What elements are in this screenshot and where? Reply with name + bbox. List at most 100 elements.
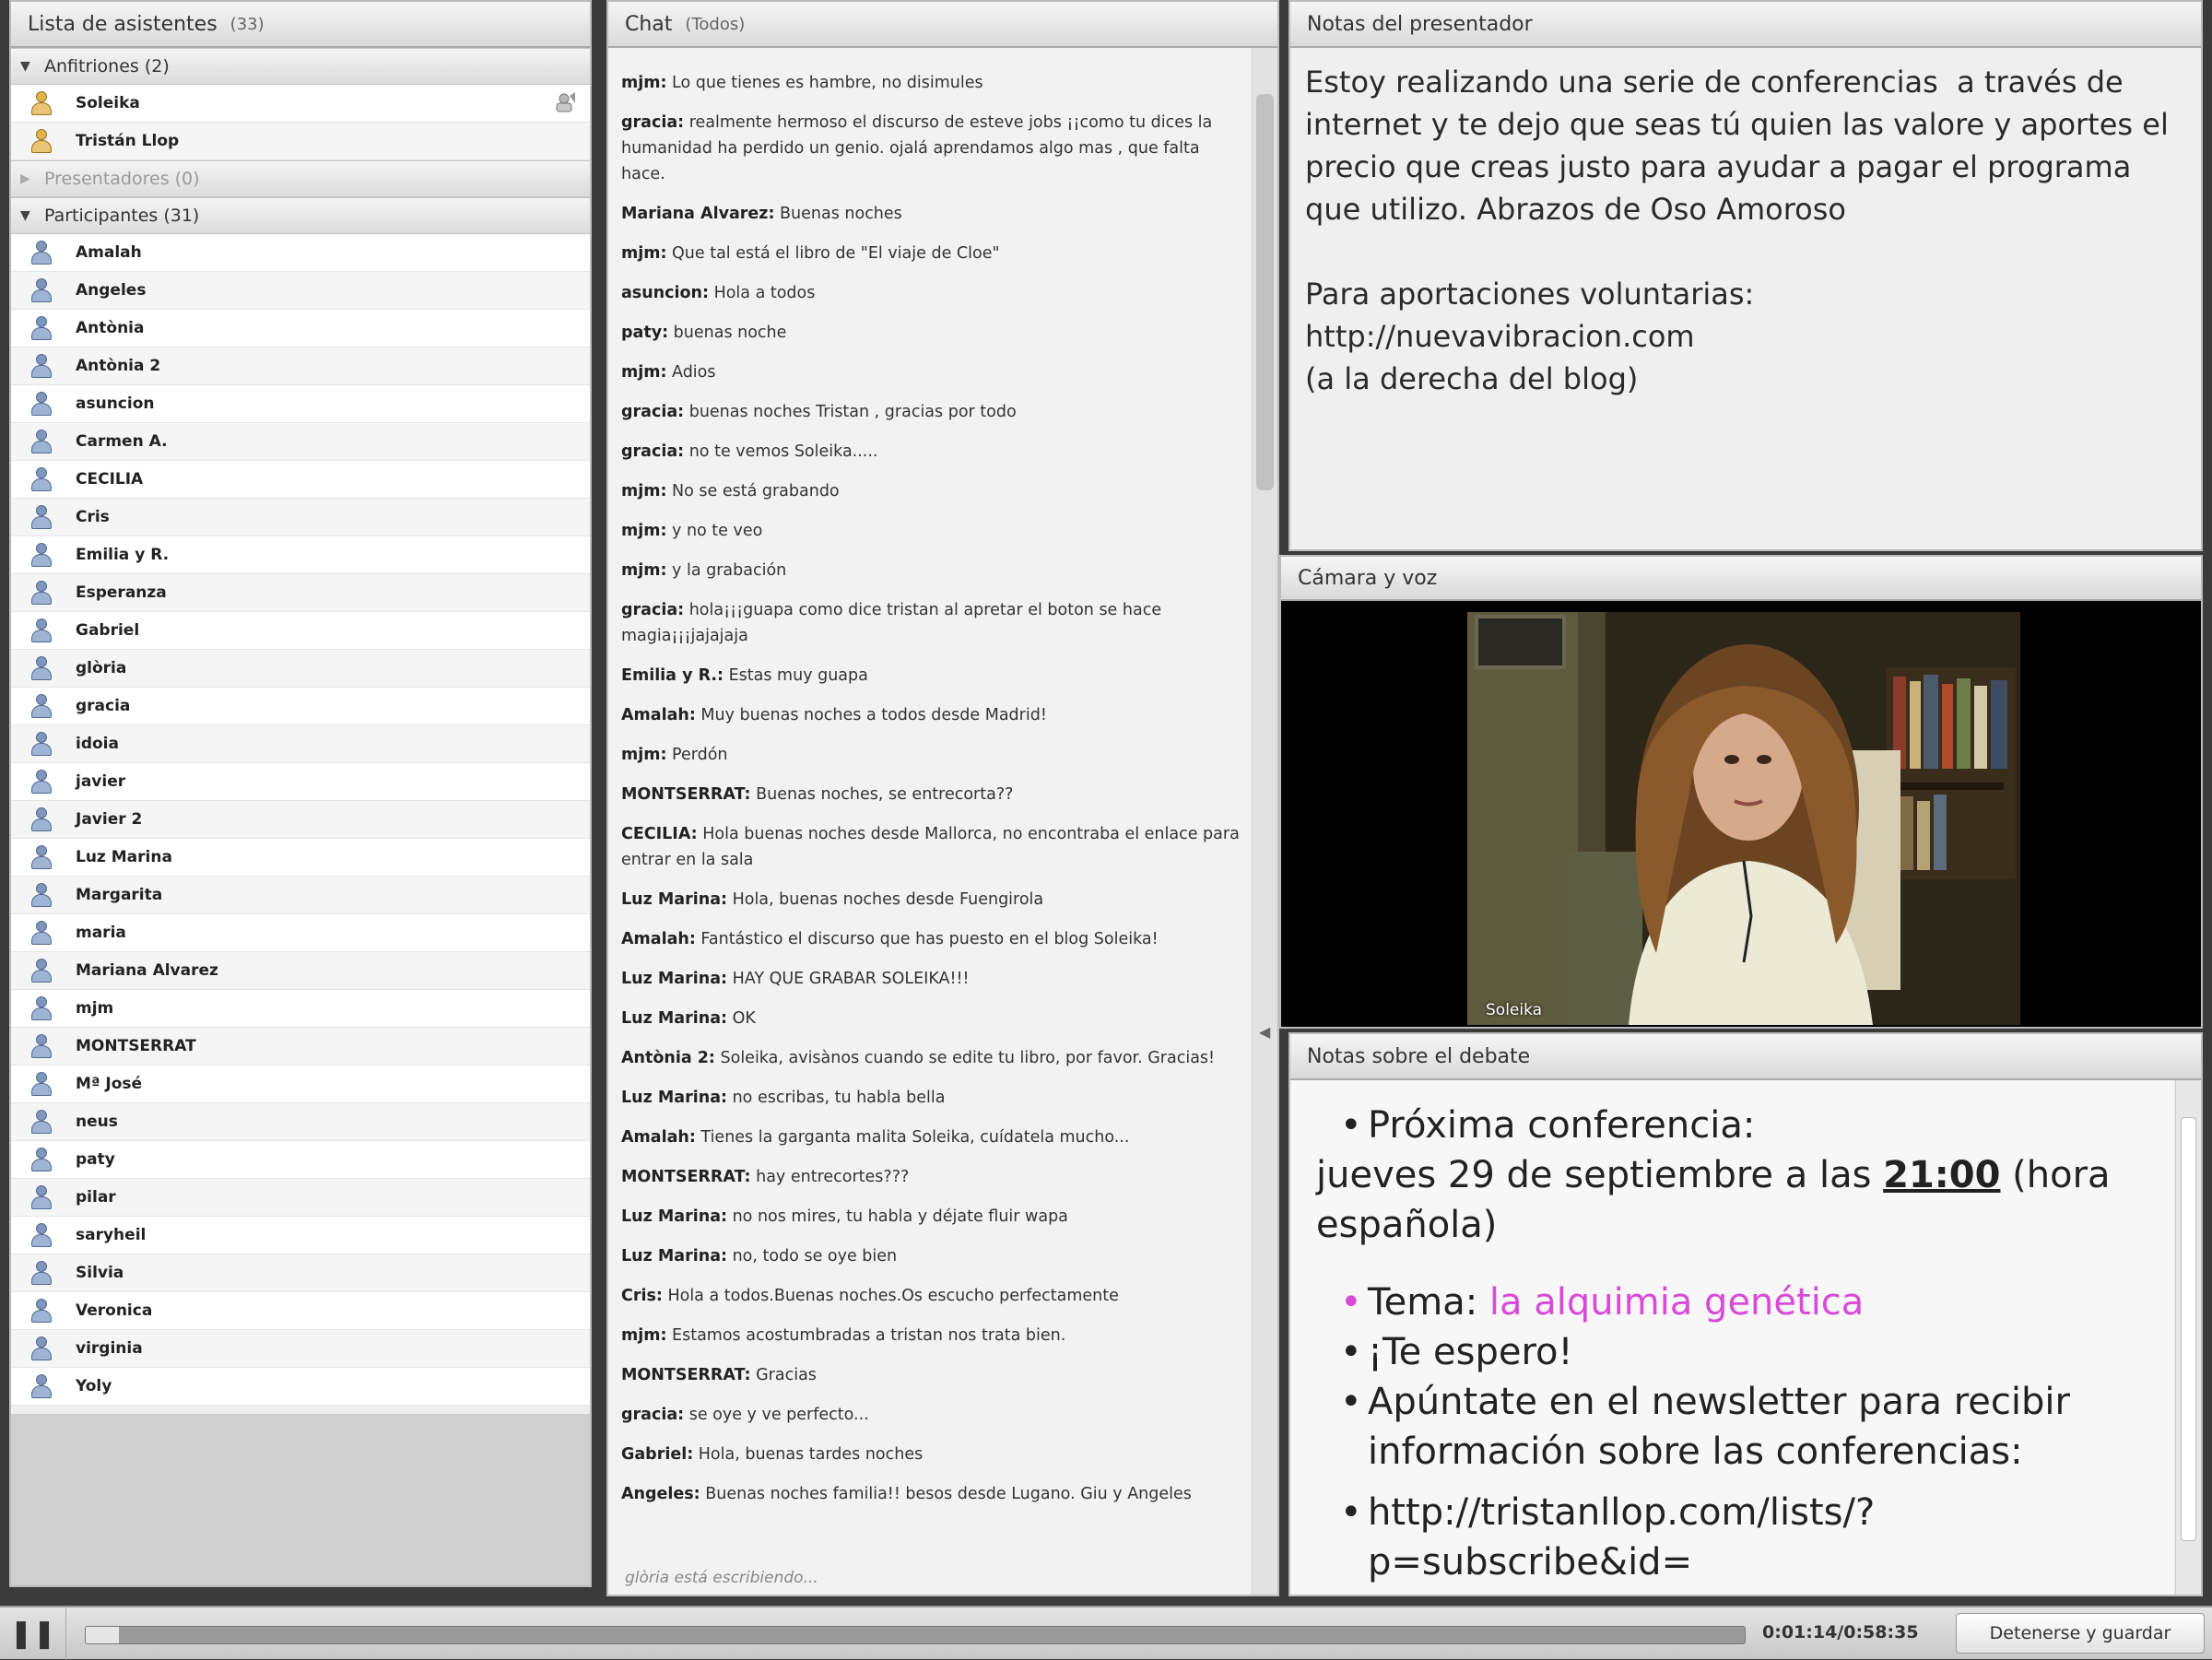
webcam-video: [1467, 612, 2020, 1025]
next-conference-item: • Próxima conferencia:: [1303, 1101, 2160, 1150]
participant-row[interactable]: Veronica: [11, 1292, 590, 1330]
chat-sender: Angeles:: [621, 1485, 700, 1503]
chat-text: Buenas noches, se entrecorta??: [750, 785, 1014, 804]
chat-sender: asuncion:: [621, 284, 709, 302]
chat-header: Chat (Todos): [608, 2, 1277, 48]
attendee-count: (33): [229, 14, 265, 34]
chat-scrollbar-thumb[interactable]: [1256, 94, 1274, 490]
host-row[interactable]: Soleika: [11, 85, 590, 123]
participant-row[interactable]: maria: [11, 914, 590, 952]
participant-name: Esperanza: [76, 583, 167, 602]
presenters-group[interactable]: ▶ Presentadores (0): [11, 160, 590, 197]
participant-row[interactable]: Emilia y R.: [11, 536, 590, 574]
participant-row[interactable]: javier: [11, 763, 590, 801]
hosts-group[interactable]: ▼ Anfitriones (2): [11, 48, 590, 85]
chat-text: buenas noches Tristan , gracias por todo: [684, 403, 1017, 421]
chat-message: Luz Marina: HAY QUE GRABAR SOLEIKA!!!: [621, 966, 1244, 992]
attendee-list-title: Lista de asistentes: [28, 12, 218, 36]
camera-pod: Cámara y voz Soleika: [1279, 555, 2203, 1029]
topic-label: Tema:: [1368, 1281, 1489, 1324]
participant-name: virginia: [76, 1339, 143, 1358]
participant-row[interactable]: mjm: [11, 990, 590, 1028]
user-icon: [29, 352, 53, 380]
participant-row[interactable]: idoia: [11, 725, 590, 763]
participants-group[interactable]: ▼ Participantes (31): [11, 197, 590, 234]
chat-sender: Amalah:: [621, 930, 696, 948]
discussion-scrollbar[interactable]: [2175, 1080, 2201, 1595]
chat-message: MONTSERRAT: Gracias: [621, 1362, 1244, 1388]
user-icon: [29, 503, 53, 531]
participant-row[interactable]: saryheil: [11, 1217, 590, 1254]
participant-name: Margarita: [76, 886, 163, 904]
bullet-icon: •: [1340, 1381, 1362, 1423]
participant-row[interactable]: Amalah: [11, 234, 590, 272]
participant-row[interactable]: Carmen A.: [11, 423, 590, 461]
host-row[interactable]: Tristán Llop: [11, 123, 590, 160]
collapse-arrow-icon[interactable]: ◀: [1259, 1023, 1270, 1041]
presenter-notes-header: Notas del presentador: [1290, 2, 2201, 48]
participant-row[interactable]: Luz Marina: [11, 839, 590, 877]
presenter-notes-text[interactable]: Estoy realizando una serie de conferenci…: [1290, 48, 2201, 413]
participant-row[interactable]: Margarita: [11, 877, 590, 914]
chat-scope[interactable]: (Todos): [685, 15, 745, 34]
participant-row[interactable]: CECILIA: [11, 461, 590, 499]
participant-row[interactable]: virginia: [11, 1330, 590, 1368]
participant-name: Luz Marina: [76, 848, 172, 866]
stop-and-save-button[interactable]: Detenerse y guardar: [1956, 1613, 2205, 1654]
bullet-icon: •: [1340, 1491, 1362, 1534]
participant-row[interactable]: Cris: [11, 499, 590, 536]
participant-row[interactable]: Esperanza: [11, 574, 590, 612]
chat-messages: mjm: Lo que tienes es hambre, no disimul…: [608, 48, 1250, 1595]
participant-row[interactable]: Gabriel: [11, 612, 590, 650]
chat-message: gracia: realmente hermoso el discurso de…: [621, 110, 1244, 187]
participant-row[interactable]: paty: [11, 1141, 590, 1179]
chat-sender: gracia:: [621, 442, 685, 461]
chat-text: Hola buenas noches desde Mallorca, no en…: [621, 825, 1240, 869]
participant-row[interactable]: pilar: [11, 1179, 590, 1217]
participants-list: Amalah Angeles Antònia Antònia 2 asuncion Car…: [11, 234, 590, 1406]
user-icon: [29, 1183, 53, 1211]
discussion-scrollbar-thumb[interactable]: [2181, 1117, 2196, 1541]
participant-row[interactable]: Mariana Alvarez: [11, 952, 590, 990]
expanded-triangle-icon[interactable]: ▼: [20, 59, 44, 74]
participant-row[interactable]: Antònia 2: [11, 347, 590, 385]
participant-row[interactable]: glòria: [11, 650, 590, 688]
discussion-notes-body[interactable]: • Próxima conferencia: jueves 29 de septi…: [1290, 1080, 2173, 1595]
participant-row[interactable]: asuncion: [11, 385, 590, 423]
participant-row[interactable]: Antònia: [11, 310, 590, 347]
chat-text: no, todo se oye bien: [727, 1247, 898, 1266]
chat-sender: mjm:: [621, 561, 667, 580]
user-icon: [29, 1108, 53, 1136]
participant-name: Mª José: [76, 1075, 143, 1093]
participant-name: Mariana Alvarez: [76, 961, 218, 980]
pause-icon[interactable]: ❚❚: [0, 1607, 66, 1660]
participant-row[interactable]: Silvia: [11, 1254, 590, 1292]
chat-sender: Emilia y R.:: [621, 666, 724, 685]
chat-pod: Chat (Todos) mjm: Lo que tienes es hambr…: [606, 0, 1279, 1596]
participant-row[interactable]: Mª José: [11, 1065, 590, 1103]
user-icon: [29, 579, 53, 606]
newsletter-link[interactable]: http://tristanllop.com/lists/?p=subscrib…: [1368, 1488, 2160, 1587]
expanded-triangle-icon[interactable]: ▼: [20, 208, 44, 223]
chat-message: Luz Marina: no, todo se oye bien: [621, 1243, 1244, 1269]
participant-row[interactable]: Angeles: [11, 272, 590, 310]
user-icon: [29, 1146, 53, 1173]
participant-name: gracia: [76, 697, 131, 715]
participant-row[interactable]: neus: [11, 1103, 590, 1141]
participant-row[interactable]: MONTSERRAT: [11, 1028, 590, 1065]
playback-progress-track[interactable]: [85, 1626, 1746, 1644]
participant-row[interactable]: Yoly: [11, 1368, 590, 1406]
playback-bar: ❚❚ 0:01:14/0:58:35 Detenerse y guardar: [0, 1606, 2212, 1660]
chat-message: Amalah: Tienes la garganta malita Soleik…: [621, 1124, 1244, 1150]
chat-sender: paty:: [621, 324, 669, 342]
chat-scrollbar[interactable]: [1252, 48, 1277, 1595]
user-icon: [29, 768, 53, 795]
camera-title: Cámara y voz: [1298, 566, 1438, 590]
participant-name: glòria: [76, 659, 127, 677]
participant-row[interactable]: Javier 2: [11, 801, 590, 839]
chat-message: Emilia y R.: Estas muy guapa: [621, 663, 1244, 689]
user-icon: [29, 1335, 53, 1362]
chat-sender: mjm:: [621, 522, 667, 540]
collapsed-triangle-icon[interactable]: ▶: [20, 171, 44, 186]
participant-row[interactable]: gracia: [11, 688, 590, 725]
